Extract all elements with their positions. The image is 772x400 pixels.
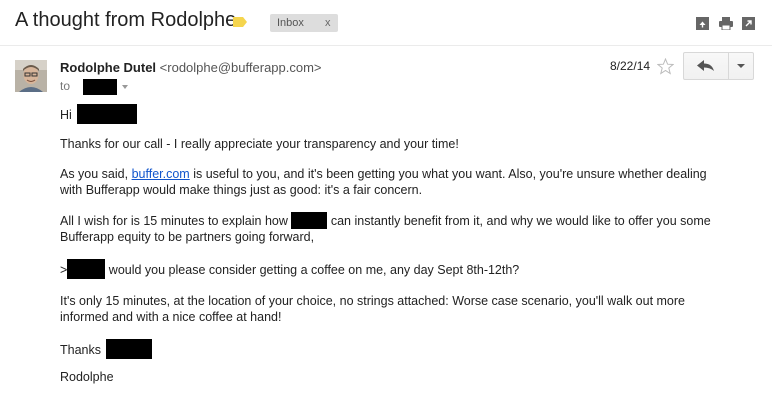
paragraph-buffer: As you said, buffer.com is useful to you… <box>60 166 760 198</box>
avatar-image <box>15 60 47 92</box>
email-subject: A thought from Rodolphe <box>15 9 237 31</box>
reply-icon <box>697 60 714 71</box>
thanks-text: Thanks <box>60 343 101 357</box>
thanks-line: Thanks <box>60 339 760 359</box>
message-body: Hi Thanks for our call - I really apprec… <box>60 104 760 385</box>
avatar[interactable] <box>15 60 47 92</box>
p5-text-2: informed and with a nice coffee at hand! <box>60 310 282 324</box>
p5-text-1: It's only 15 minutes, at the location of… <box>60 294 685 308</box>
redacted-name <box>77 104 138 124</box>
redacted-thanks-name <box>106 339 153 359</box>
p3-text-3: Bufferapp equity to be partners going fo… <box>60 230 315 244</box>
to-label: to <box>60 79 71 94</box>
star-icon[interactable] <box>657 58 674 75</box>
paragraph-minutes: It's only 15 minutes, at the location of… <box>60 293 760 325</box>
paragraph-coffee: > would you please consider getting a co… <box>60 259 760 279</box>
chevron-down-icon <box>737 64 745 68</box>
greeting-line: Hi <box>60 104 760 124</box>
message-date: 8/22/14 <box>610 59 651 73</box>
redacted-company <box>291 212 328 229</box>
p2-text-1: As you said, <box>60 167 132 181</box>
more-options-button[interactable] <box>728 52 754 80</box>
p3-text-2: can instantly benefit from it, and why w… <box>330 214 711 228</box>
buffer-link[interactable]: buffer.com <box>132 167 190 181</box>
print-icon[interactable] <box>719 17 733 30</box>
paragraph-thanks: Thanks for our call - I really appreciat… <box>60 137 459 151</box>
new-window-icon[interactable] <box>742 17 755 30</box>
header-divider <box>0 45 772 46</box>
inbox-label-text: Inbox <box>277 17 304 29</box>
reply-button[interactable] <box>683 52 729 80</box>
recipient-line: to <box>60 79 128 95</box>
expand-icon[interactable] <box>696 17 709 30</box>
recipient-details-icon[interactable] <box>121 85 128 89</box>
label-tag-icon[interactable] <box>233 17 247 27</box>
paragraph-wish: All I wish for is 15 minutes to explain … <box>60 212 760 245</box>
remove-label-button[interactable]: x <box>325 17 331 29</box>
p2-text-2: is useful to you, and it's been getting … <box>189 167 707 181</box>
p4-text: would you please consider getting a coff… <box>108 263 520 277</box>
greeting-text: Hi <box>60 108 72 122</box>
redacted-recipient-name <box>67 259 106 279</box>
sender-name[interactable]: Rodolphe Dutel <box>60 60 156 75</box>
signature: Rodolphe <box>60 370 114 384</box>
p2-text-3: with Bufferapp would make things just as… <box>60 183 423 197</box>
inbox-label-chip[interactable]: Inbox x <box>270 14 339 32</box>
p4-prefix: > <box>60 263 68 277</box>
sender-line: Rodolphe Dutel <rodolphe@bufferapp.com> <box>60 60 322 75</box>
p3-text-1: All I wish for is 15 minutes to explain … <box>60 214 288 228</box>
sender-email: <rodolphe@bufferapp.com> <box>159 60 322 75</box>
redacted-recipient <box>83 79 118 95</box>
